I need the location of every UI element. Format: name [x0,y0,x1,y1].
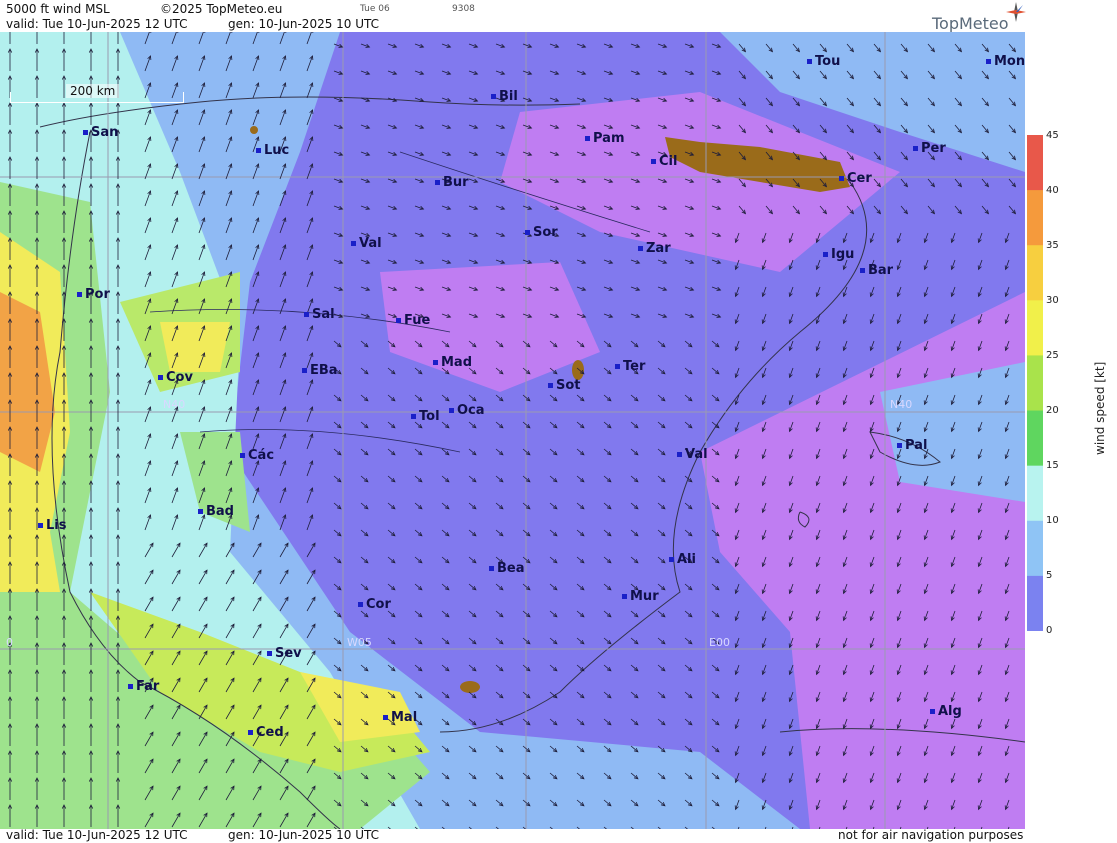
city-marker[interactable]: Sev [267,646,302,661]
compass-icon [1006,2,1026,22]
city-marker[interactable]: Luc [256,143,289,158]
city-marker[interactable]: Cor [358,597,391,612]
grid-label-w05: W05 [347,636,372,649]
legend-tick: 40 [1046,185,1059,196]
city-marker[interactable]: Pam [585,131,625,146]
legend-tick: 5 [1046,570,1053,581]
city-marker[interactable]: Mur [622,589,659,604]
city-marker[interactable]: Sot [548,378,581,393]
grid-label-n40-west: N40 [163,398,186,411]
legend-tick: 10 [1046,515,1059,526]
legend-tick: 30 [1046,295,1059,306]
legend-tick: 0 [1046,625,1053,636]
city-marker[interactable]: Val [677,447,708,462]
map-title: 5000 ft wind MSL [6,2,110,16]
wind-field [0,32,1025,829]
grid-label-e00: E00 [709,636,730,649]
legend-tick: 20 [1046,405,1059,416]
legend-tick: 45 [1046,130,1059,141]
legend-unit: wind speed [kt] [1093,361,1107,455]
city-marker[interactable]: Bil [491,89,518,104]
city-marker[interactable]: Mal [383,710,417,725]
legend-tick: 15 [1046,460,1059,471]
city-marker[interactable]: Bur [435,175,469,190]
city-marker[interactable]: Zar [638,241,671,256]
city-marker[interactable]: San [83,125,118,140]
city-marker[interactable]: Per [913,141,946,156]
city-marker[interactable]: Fue [396,313,430,328]
brand-logo: TopMeteo [932,14,1009,33]
city-marker[interactable]: Lis [38,518,66,533]
gen-time: gen: 10-Jun-2025 10 UTC [228,17,380,31]
footer-valid-time: valid: Tue 10-Jun-2025 12 UTC [6,828,188,842]
id-tag: 9308 [452,4,475,14]
city-marker[interactable]: Igu [823,247,854,262]
city-marker[interactable]: Sor [525,225,558,240]
city-marker[interactable]: Mon [986,54,1025,69]
city-marker[interactable]: Các [240,448,274,463]
run-tag: Tue 06 [360,4,390,14]
city-marker[interactable]: Bar [860,263,893,278]
grid-label-n40-east: N40 [890,398,913,411]
city-marker[interactable]: Far [128,679,159,694]
city-marker[interactable]: Por [77,287,110,302]
legend-tick: 35 [1046,240,1059,251]
city-marker[interactable]: Tou [807,54,840,69]
footer-gen-time: gen: 10-Jun-2025 10 UTC [228,828,380,842]
copyright: ©2025 TopMeteo.eu [160,2,283,16]
grid-label-zero: 0 [6,636,13,649]
city-marker[interactable]: Ced [248,725,284,740]
city-marker[interactable]: Ali [669,552,696,567]
city-marker[interactable]: Alg [930,704,962,719]
city-marker[interactable]: Tol [411,409,440,424]
city-marker[interactable]: Bea [489,561,525,576]
wind-speed-legend [1027,135,1043,631]
city-marker[interactable]: Mad [433,355,472,370]
city-marker[interactable]: Bad [198,504,234,519]
city-marker[interactable]: Cil [651,154,677,169]
legend-tick: 25 [1046,350,1059,361]
city-marker[interactable]: Ter [615,359,645,374]
city-marker[interactable]: Oca [449,403,485,418]
footer-disclaimer: not for air navigation purposes [838,828,1024,842]
city-marker[interactable]: Cer [839,171,872,186]
valid-time: valid: Tue 10-Jun-2025 12 UTC [6,17,188,31]
city-marker[interactable]: Cov [158,370,193,385]
scale-label: 200 km [66,84,120,98]
city-marker[interactable]: Sal [304,307,335,322]
wind-map[interactable]: 200 km N40 N40 W05 E00 0 Tou Mon Bil San… [0,32,1025,829]
city-marker[interactable]: Pal [897,438,927,453]
city-marker[interactable]: EBa [302,363,338,378]
city-marker[interactable]: Val [351,236,382,251]
